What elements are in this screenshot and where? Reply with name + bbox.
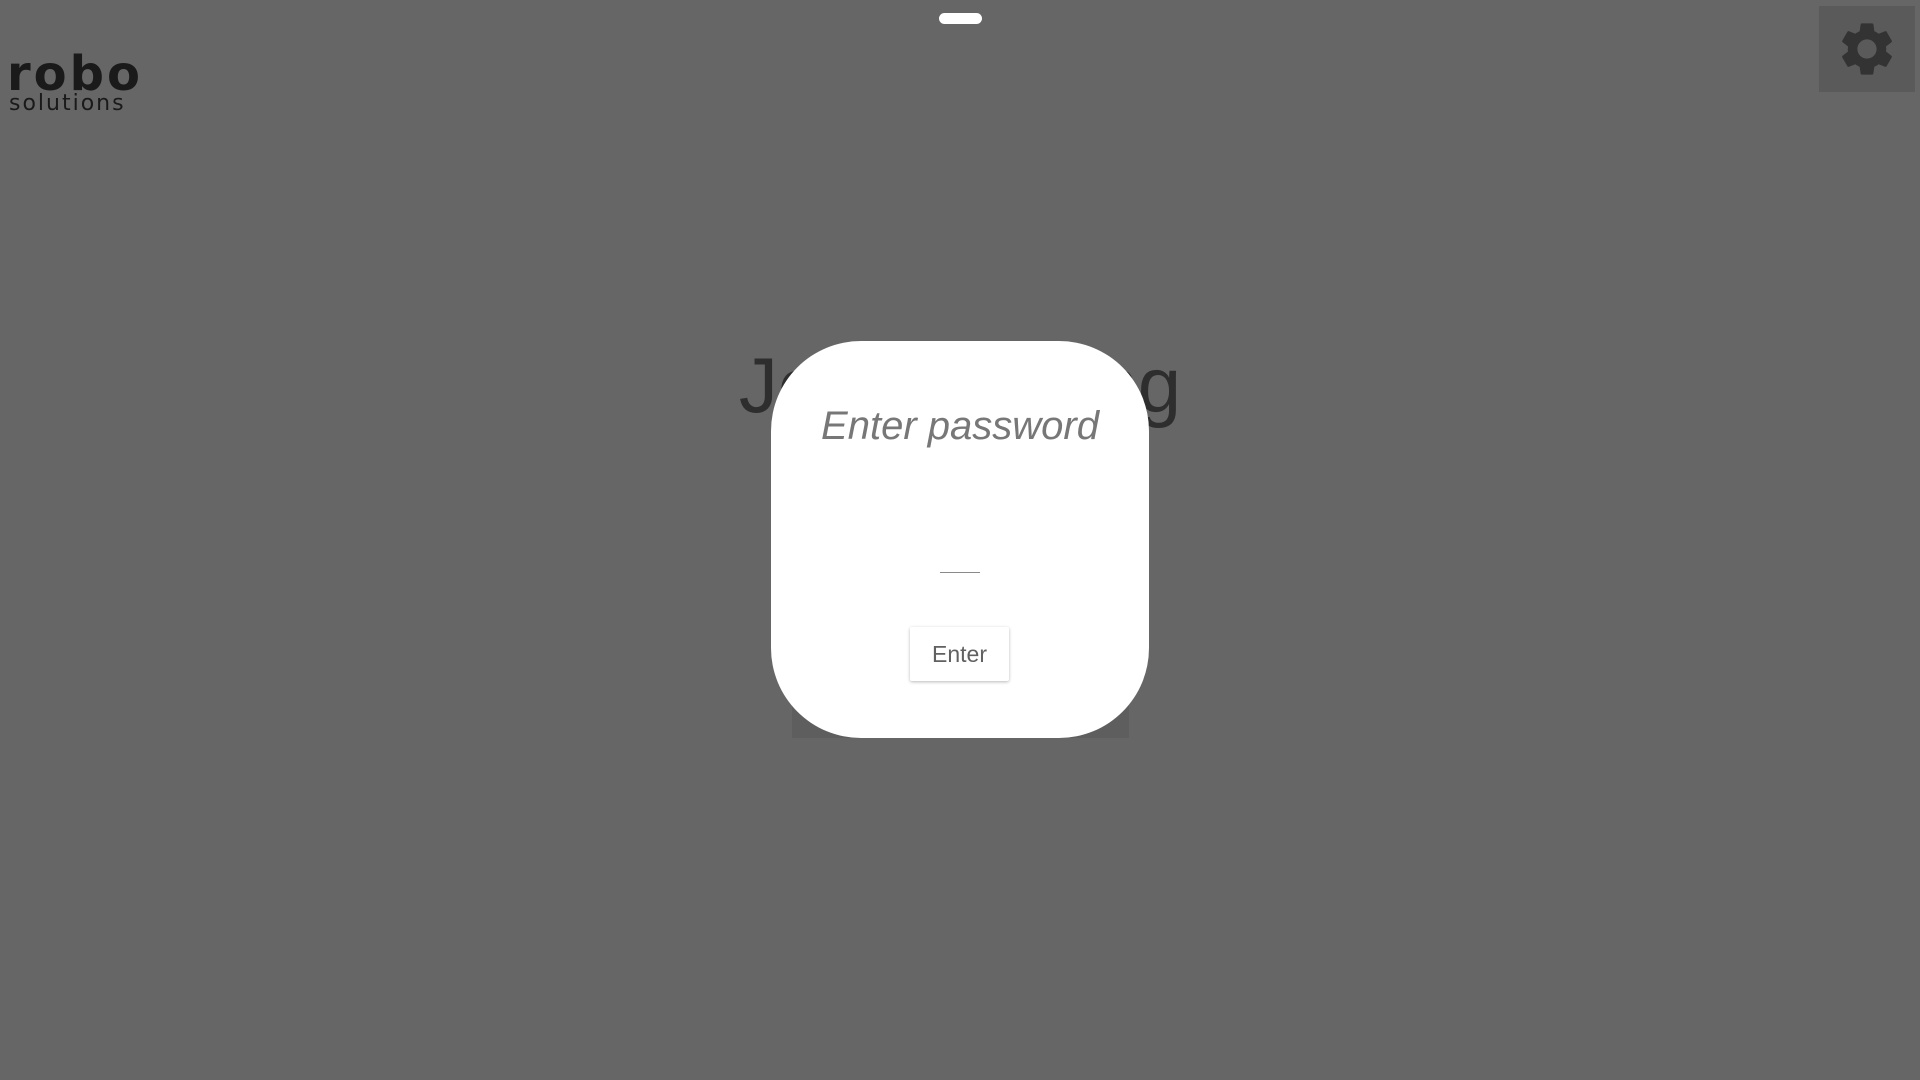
notification-handle[interactable] [939,13,982,24]
password-dialog: Enter password Enter [771,341,1149,738]
logo-wordmark: robo [7,46,143,102]
settings-button[interactable] [1819,6,1915,92]
enter-button[interactable]: Enter [910,627,1009,681]
logo-subtitle: solutions [9,91,126,116]
company-logo: robo solutions [7,46,165,116]
dialog-title: Enter password [821,404,1099,448]
gear-icon [1842,23,1892,75]
password-input[interactable] [940,536,980,573]
app-screen: robo solutions Join meeting Enter passwo… [0,0,1920,1080]
